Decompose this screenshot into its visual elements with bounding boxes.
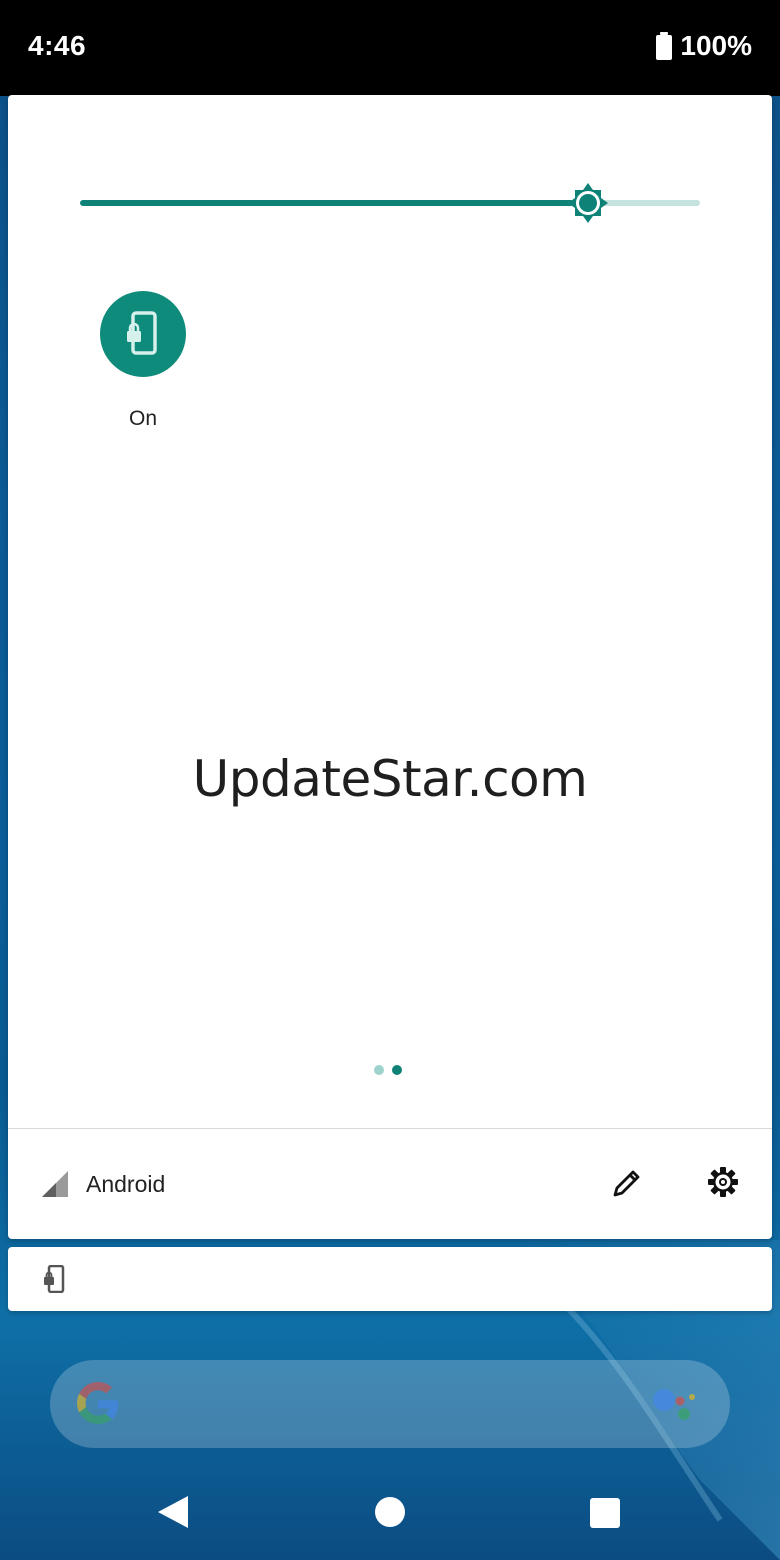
- navigation-bar: [0, 1466, 780, 1560]
- battery-percent: 100%: [680, 30, 752, 61]
- status-right: 100%: [656, 30, 752, 62]
- gear-icon[interactable]: [706, 1165, 740, 1199]
- quick-settings-footer: Android: [8, 1129, 772, 1239]
- battery-full-icon: [656, 32, 673, 60]
- screen-lock-phone-icon: [44, 1265, 65, 1293]
- home-circle-icon[interactable]: [375, 1497, 405, 1527]
- notification-card[interactable]: [8, 1247, 772, 1311]
- recents-square-icon[interactable]: [590, 1498, 620, 1528]
- pencil-edit-icon[interactable]: [610, 1166, 644, 1200]
- google-assistant-icon[interactable]: [650, 1384, 700, 1424]
- page-indicator: [374, 1065, 402, 1075]
- back-triangle-icon[interactable]: [156, 1494, 190, 1530]
- carrier-label: Android: [86, 1171, 166, 1197]
- page-dot-2[interactable]: [392, 1065, 402, 1075]
- google-search-bar[interactable]: [50, 1360, 730, 1448]
- status-bar: 4:46 100%: [0, 0, 780, 96]
- quick-settings-panel: On UpdateStar.com Android: [8, 95, 772, 1239]
- brightness-slider[interactable]: [80, 181, 700, 225]
- screen-lock-phone-icon: [127, 311, 157, 355]
- status-time: 4:46: [28, 30, 87, 61]
- tile-screen-lock-button[interactable]: [100, 291, 186, 377]
- tile-label: On: [128, 407, 157, 430]
- google-g-icon[interactable]: [72, 1378, 124, 1430]
- page-dot-1[interactable]: [374, 1065, 384, 1075]
- brightness-track-fill: [80, 200, 574, 206]
- brightness-track-rest: [602, 200, 700, 206]
- watermark-text: UpdateStar.com: [192, 750, 588, 808]
- brightness-sun-icon[interactable]: [566, 181, 610, 225]
- cell-signal-icon: [42, 1171, 68, 1197]
- tile-screen-lock[interactable]: On: [100, 291, 188, 430]
